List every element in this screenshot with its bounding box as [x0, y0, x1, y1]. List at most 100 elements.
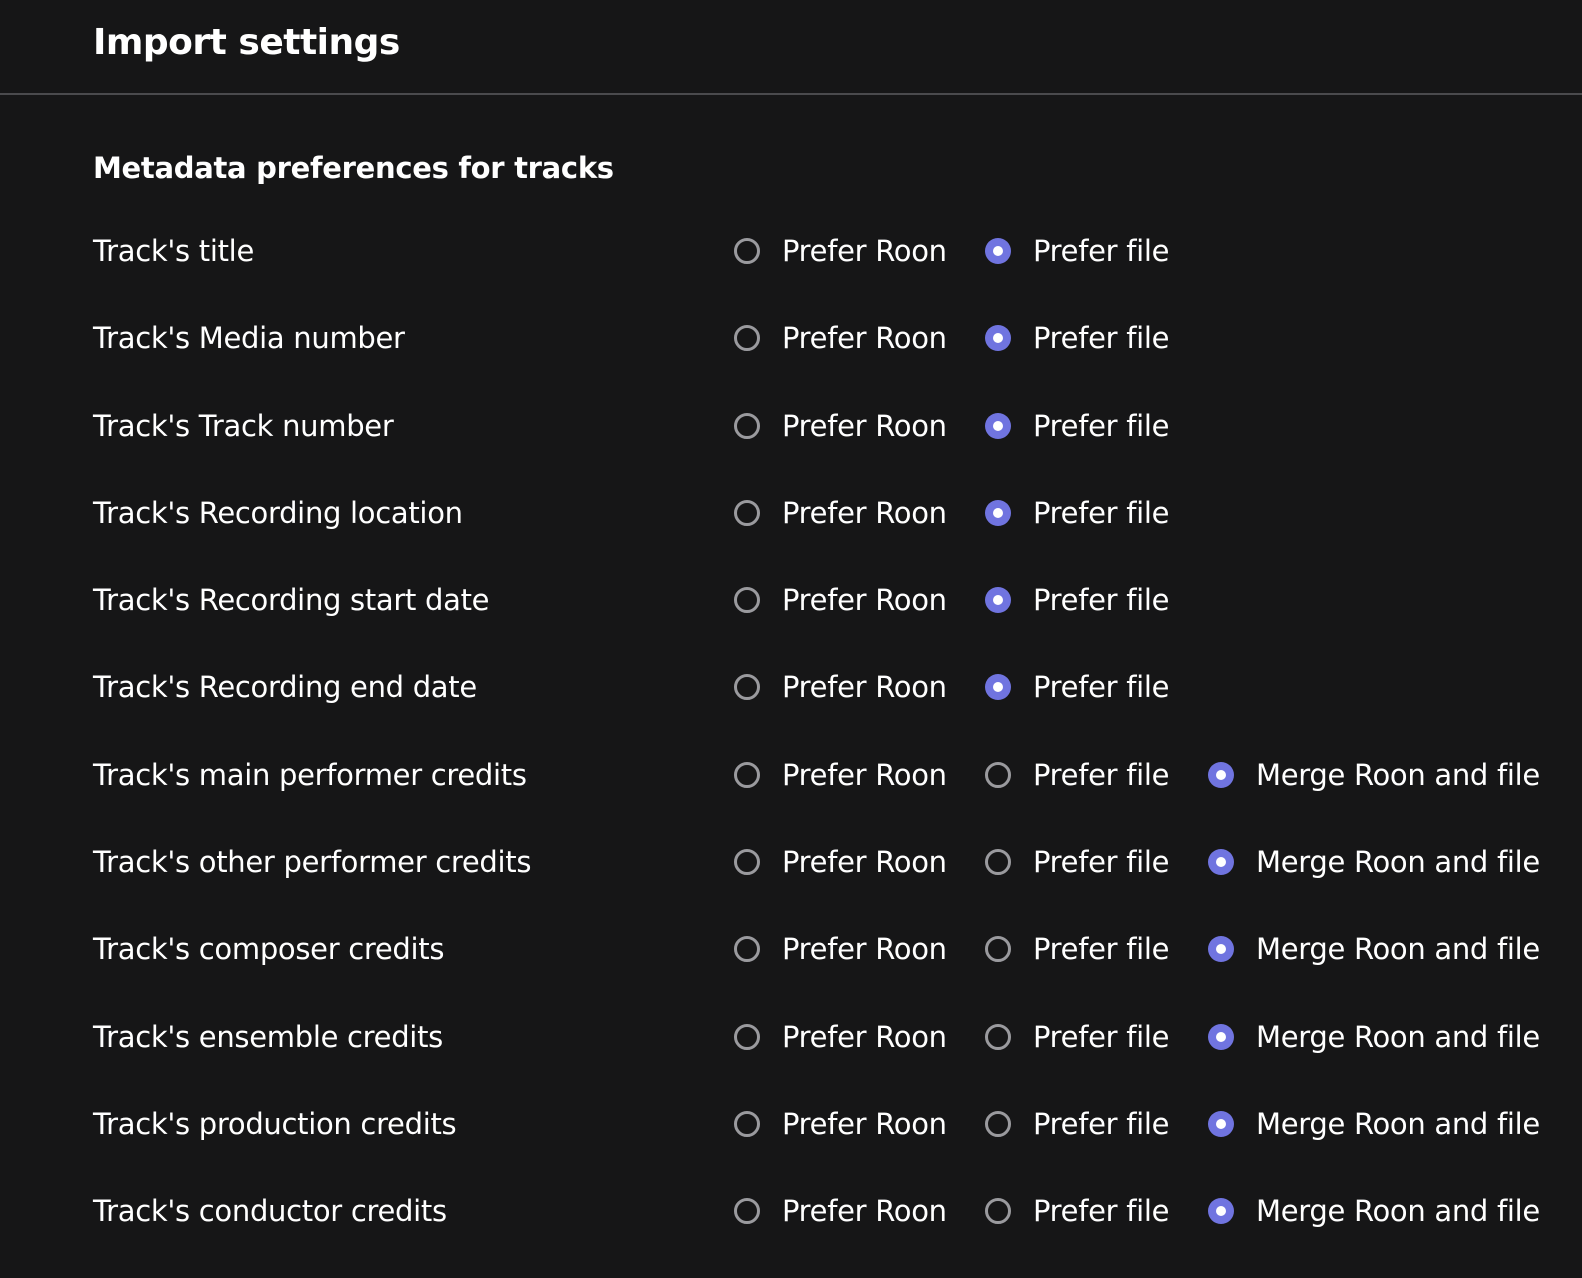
prefer-roon-label: Prefer Roon — [782, 1194, 947, 1229]
prefer-roon-option[interactable]: Prefer Roon — [734, 929, 947, 969]
prefer-file-label: Prefer file — [1033, 932, 1170, 967]
preference-row: Track's Track number Prefer Roon Prefer fi… — [0, 383, 1582, 470]
preference-row: Track's composer credits Prefer Roon Prefe… — [0, 906, 1582, 993]
radio-unchecked-icon[interactable] — [734, 499, 760, 526]
radio-unchecked-icon[interactable] — [734, 761, 760, 788]
prefer-file-option[interactable]: Prefer file — [985, 231, 1169, 271]
prefer-roon-label: Prefer Roon — [782, 321, 947, 356]
radio-unchecked-icon[interactable] — [734, 238, 760, 264]
merge-roon-and-file-option[interactable]: Merge Roon and file — [1208, 1017, 1540, 1057]
radio-unchecked-icon[interactable] — [734, 1198, 760, 1225]
radio-checked-icon[interactable] — [1208, 1023, 1234, 1050]
prefer-file-option[interactable]: Prefer file — [985, 842, 1169, 882]
merge-roon-and-file-option[interactable]: Merge Roon and file — [1208, 842, 1540, 882]
radio-unchecked-icon[interactable] — [734, 412, 760, 439]
preference-row: Track's Media number Prefer Roon Prefer fi… — [0, 295, 1582, 382]
prefer-file-label: Prefer file — [1033, 234, 1170, 268]
merge-roon-and-file-option[interactable]: Merge Roon and file — [1208, 1104, 1540, 1144]
radio-checked-icon[interactable] — [1208, 1110, 1234, 1137]
radio-unchecked-icon[interactable] — [985, 1023, 1011, 1050]
radio-unchecked-icon[interactable] — [985, 761, 1011, 788]
preference-label: Track's production credits — [93, 1106, 457, 1141]
prefer-roon-option[interactable]: Prefer Roon — [734, 755, 947, 795]
radio-unchecked-icon[interactable] — [985, 1110, 1011, 1137]
page-header: Import settings — [0, 0, 1582, 95]
radio-checked-icon[interactable] — [1208, 849, 1234, 876]
prefer-file-label: Prefer file — [1033, 1019, 1170, 1054]
prefer-file-label: Prefer file — [1033, 321, 1170, 356]
preference-row: Track's title Prefer Roon Prefer file — [0, 208, 1582, 295]
radio-checked-icon[interactable] — [985, 499, 1011, 526]
preference-row: Track's ensemble credits Prefer Roon Prefe… — [0, 994, 1582, 1081]
prefer-file-option[interactable]: Prefer file — [985, 580, 1169, 620]
radio-checked-icon[interactable] — [1208, 1198, 1234, 1225]
prefer-file-option[interactable]: Prefer file — [985, 406, 1169, 446]
prefer-file-option[interactable]: Prefer file — [985, 1104, 1169, 1144]
radio-unchecked-icon[interactable] — [734, 325, 760, 352]
prefer-file-label: Prefer file — [1033, 1106, 1170, 1141]
preference-label: Track's other performer credits — [93, 845, 532, 880]
radio-unchecked-icon[interactable] — [985, 849, 1011, 876]
radio-unchecked-icon[interactable] — [734, 849, 760, 876]
merge-roon-and-file-label: Merge Roon and file — [1256, 845, 1540, 880]
prefer-roon-option[interactable]: Prefer Roon — [734, 231, 947, 271]
merge-roon-and-file-option[interactable]: Merge Roon and file — [1208, 929, 1540, 969]
prefer-file-option[interactable]: Prefer file — [985, 1191, 1169, 1231]
merge-roon-and-file-label: Merge Roon and file — [1256, 1194, 1540, 1229]
prefer-roon-label: Prefer Roon — [782, 932, 947, 967]
radio-checked-icon[interactable] — [985, 238, 1011, 264]
radio-checked-icon[interactable] — [985, 412, 1011, 439]
prefer-file-option[interactable]: Prefer file — [985, 929, 1169, 969]
radio-checked-icon[interactable] — [985, 325, 1011, 352]
prefer-roon-option[interactable]: Prefer Roon — [734, 842, 947, 882]
prefer-file-label: Prefer file — [1033, 495, 1170, 530]
prefer-roon-label: Prefer Roon — [782, 583, 947, 618]
preference-row: Track's Recording location Prefer Roon Pre… — [0, 470, 1582, 557]
radio-unchecked-icon[interactable] — [734, 587, 760, 614]
radio-checked-icon[interactable] — [985, 674, 1011, 701]
preference-row: Track's Recording end date Prefer Roon Pre… — [0, 644, 1582, 731]
prefer-roon-option[interactable]: Prefer Roon — [734, 493, 947, 533]
preference-label: Track's composer credits — [93, 932, 445, 967]
prefer-roon-option[interactable]: Prefer Roon — [734, 580, 947, 620]
radio-unchecked-icon[interactable] — [985, 1198, 1011, 1225]
prefer-roon-label: Prefer Roon — [782, 408, 947, 443]
preference-row: Track's Recording start date Prefer Roon P… — [0, 557, 1582, 644]
prefer-file-option[interactable]: Prefer file — [985, 1017, 1169, 1057]
radio-unchecked-icon[interactable] — [985, 936, 1011, 963]
prefer-roon-option[interactable]: Prefer Roon — [734, 318, 947, 358]
preference-label: Track's Track number — [93, 408, 394, 443]
prefer-roon-label: Prefer Roon — [782, 495, 947, 530]
preference-row: Track's conductor credits Prefer Roon Pref… — [0, 1168, 1582, 1255]
prefer-file-label: Prefer file — [1033, 1194, 1170, 1229]
prefer-roon-option[interactable]: Prefer Roon — [734, 1017, 947, 1057]
merge-roon-and-file-label: Merge Roon and file — [1256, 1019, 1540, 1054]
prefer-file-option[interactable]: Prefer file — [985, 318, 1169, 358]
preference-row: Track's main performer credits Prefer Roo… — [0, 732, 1582, 819]
prefer-roon-option[interactable]: Prefer Roon — [734, 1191, 947, 1231]
radio-unchecked-icon[interactable] — [734, 1110, 760, 1137]
prefer-file-label: Prefer file — [1033, 670, 1170, 705]
prefer-file-label: Prefer file — [1033, 583, 1170, 618]
prefer-roon-option[interactable]: Prefer Roon — [734, 406, 947, 446]
prefer-file-option[interactable]: Prefer file — [985, 667, 1169, 707]
prefer-roon-label: Prefer Roon — [782, 670, 947, 705]
merge-roon-and-file-option[interactable]: Merge Roon and file — [1208, 1191, 1540, 1231]
preference-label: Track's Recording location — [93, 495, 463, 530]
prefer-file-option[interactable]: Prefer file — [985, 493, 1169, 533]
preference-label: Track's ensemble credits — [93, 1019, 443, 1054]
prefer-roon-label: Prefer Roon — [782, 234, 947, 268]
prefer-roon-option[interactable]: Prefer Roon — [734, 1104, 947, 1144]
prefer-roon-option[interactable]: Prefer Roon — [734, 667, 947, 707]
prefer-file-option[interactable]: Prefer file — [985, 755, 1169, 795]
prefer-file-label: Prefer file — [1033, 757, 1170, 792]
radio-unchecked-icon[interactable] — [734, 936, 760, 963]
radio-checked-icon[interactable] — [985, 587, 1011, 614]
radio-unchecked-icon[interactable] — [734, 674, 760, 701]
radio-checked-icon[interactable] — [1208, 761, 1234, 788]
radio-unchecked-icon[interactable] — [734, 1023, 760, 1050]
prefer-file-label: Prefer file — [1033, 845, 1170, 880]
merge-roon-and-file-option[interactable]: Merge Roon and file — [1208, 755, 1540, 795]
radio-checked-icon[interactable] — [1208, 936, 1234, 963]
metadata-preferences-list: Track's title Prefer Roon Prefer file Track… — [0, 208, 1582, 1256]
